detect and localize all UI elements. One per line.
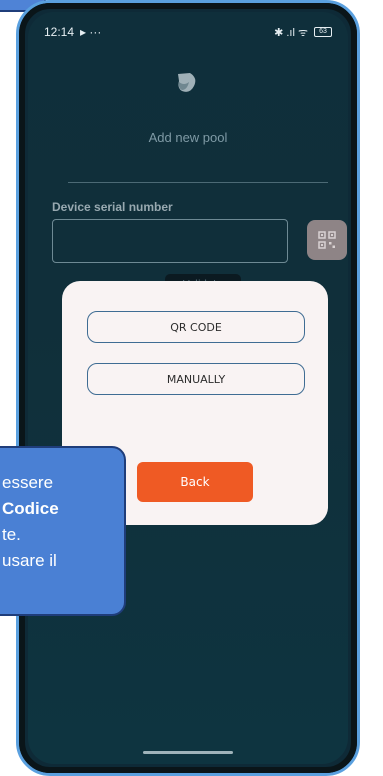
signal-icons: ✱ .ıl ᯤ: [274, 26, 308, 39]
qr-code-icon: [318, 231, 336, 249]
serial-number-label: Device serial number: [52, 200, 173, 214]
status-extra: ▸ ···: [80, 25, 102, 39]
serial-number-input[interactable]: [52, 219, 288, 263]
divider: [68, 182, 328, 183]
qr-scan-button[interactable]: [307, 220, 347, 260]
qr-code-option-button[interactable]: QR CODE: [87, 311, 305, 343]
callout-bold-text: Codice: [2, 499, 59, 518]
status-left: 12:14 ▸ ···: [44, 25, 101, 39]
app-logo-icon: [178, 73, 196, 92]
battery-icon: 63: [314, 27, 332, 37]
status-time: 12:14: [44, 25, 75, 39]
home-indicator[interactable]: [143, 751, 233, 754]
manual-option-button[interactable]: MANUALLY: [87, 363, 305, 395]
callout-line: te.: [2, 525, 21, 544]
page-title: Add new pool: [148, 130, 228, 145]
back-button[interactable]: Back: [137, 462, 253, 502]
callout-line: usare il: [2, 551, 57, 570]
callout-line: essere: [2, 473, 54, 492]
tutorial-callout: essere Codice te. usare il: [0, 446, 126, 616]
stage: 12:14 ▸ ··· ✱ .ıl ᯤ 63 Add new pool Devi…: [0, 0, 383, 776]
status-bar: 12:14 ▸ ··· ✱ .ıl ᯤ 63: [28, 12, 348, 52]
callout-line: Codice: [2, 496, 124, 522]
status-right: ✱ .ıl ᯤ 63: [274, 25, 332, 40]
